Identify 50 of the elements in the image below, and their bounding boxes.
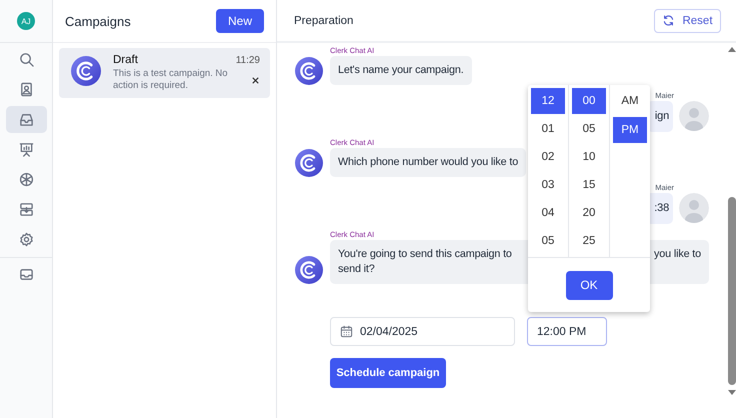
- message-text: ign: [654, 109, 669, 124]
- layout-icon: [18, 202, 34, 217]
- logo-icon: [295, 149, 323, 177]
- campaign-description: This is a test campaign. No action is required.: [113, 68, 229, 92]
- campaign-item[interactable]: Draft 11:29 This is a test campaign. No action is required.: [59, 48, 270, 98]
- campaign-title: Draft: [113, 54, 138, 66]
- message-text: :38: [654, 201, 669, 216]
- message-text: Which phone number would you like to: [338, 155, 518, 170]
- minute-option[interactable]: 10: [572, 144, 606, 170]
- section-title: Preparation: [294, 14, 354, 26]
- settings-icon: [18, 232, 34, 247]
- minute-option[interactable]: 00: [572, 88, 606, 114]
- ok-button[interactable]: OK: [566, 270, 612, 300]
- period-option[interactable]: AM: [613, 88, 647, 114]
- user-avatar-icon: [679, 101, 709, 131]
- hour-option[interactable]: 04: [531, 200, 565, 226]
- reset-button[interactable]: Reset: [654, 8, 721, 32]
- hour-option[interactable]: 03: [531, 172, 565, 198]
- logo-icon: [295, 256, 323, 284]
- panel-title: Campaigns: [65, 14, 131, 28]
- refresh-icon: [662, 14, 676, 27]
- minute-option[interactable]: 25: [572, 228, 606, 254]
- inbox-icon: [18, 112, 34, 127]
- message-text: Let's name your campaign.: [338, 63, 464, 78]
- new-button[interactable]: New: [216, 9, 264, 33]
- message-text: send it?: [338, 262, 375, 277]
- hour-option[interactable]: 01: [531, 116, 565, 142]
- logo-icon: [71, 56, 101, 86]
- nav-button[interactable]: [6, 106, 46, 133]
- time-field[interactable]: 12:00 PM: [527, 317, 607, 346]
- minute-option[interactable]: 20: [572, 200, 606, 226]
- tray-icon: [18, 267, 34, 282]
- logo-icon: [295, 57, 323, 85]
- calendar-icon: [340, 325, 353, 338]
- close-icon: [251, 76, 260, 84]
- schedule-button[interactable]: Schedule campaign: [330, 358, 446, 388]
- hour-option[interactable]: 05: [531, 228, 565, 254]
- minute-option[interactable]: 05: [572, 116, 606, 142]
- period-option[interactable]: PM: [613, 116, 647, 143]
- contact-book-icon: [18, 82, 34, 97]
- message-text: You're going to send this campaign to: [338, 247, 512, 262]
- search-icon: [18, 52, 34, 67]
- message-text: you like to: [654, 247, 701, 262]
- campaign-time: 11:29: [236, 54, 260, 66]
- hour-option[interactable]: 12: [531, 88, 565, 114]
- hour-option[interactable]: 02: [531, 144, 565, 170]
- minute-option[interactable]: 15: [572, 172, 606, 198]
- presentation-board-icon: [18, 142, 34, 157]
- user-avatar-icon: [679, 193, 709, 223]
- date-field[interactable]: 02/04/2025: [330, 317, 515, 346]
